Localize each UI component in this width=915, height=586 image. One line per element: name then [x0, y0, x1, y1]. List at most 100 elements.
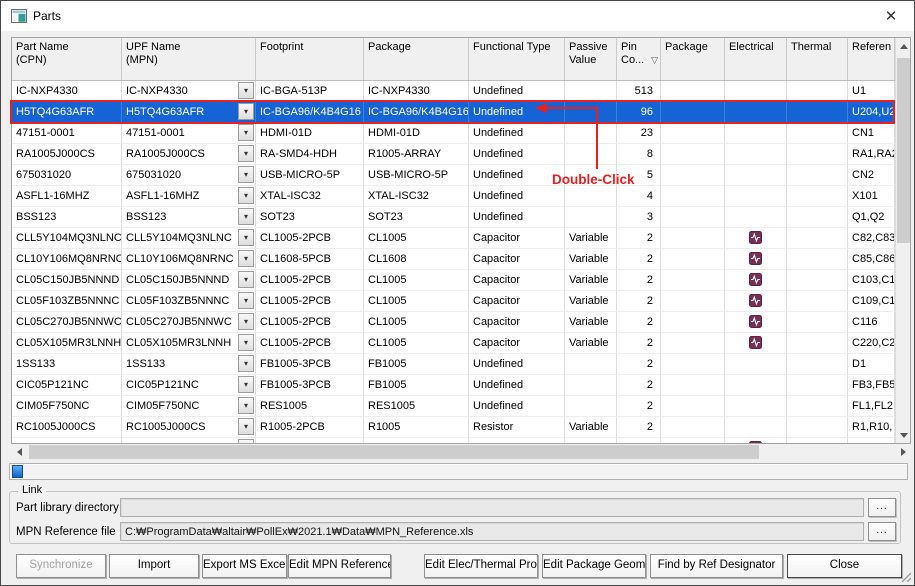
- table-row[interactable]: 1SS1331SS133▾FB1005-3PCBFB1005Undefined2…: [12, 354, 895, 375]
- column-header-electrical[interactable]: Electrical: [725, 38, 787, 80]
- mpn-dropdown-button[interactable]: ▾: [238, 124, 254, 141]
- mpn-dropdown-button[interactable]: ▾: [238, 187, 254, 204]
- mpn-dropdown-button[interactable]: ▾: [238, 397, 254, 414]
- column-header-thermal[interactable]: Thermal: [787, 38, 848, 80]
- cell-package2: [661, 186, 725, 206]
- cell-electrical: [725, 186, 787, 206]
- mpn-dropdown-button[interactable]: ▾: [238, 103, 254, 120]
- cell-footprint: XTAL-ISC32: [256, 186, 364, 206]
- part-library-directory-input[interactable]: [120, 498, 864, 517]
- cell-package: CL1608: [364, 249, 469, 269]
- table-row[interactable]: RA1005J000CSRA1005J000CS▾RA-SMD4-HDHR100…: [12, 144, 895, 165]
- button-export-ms-excel[interactable]: Export MS Excel: [202, 554, 287, 578]
- cell-package2: [661, 354, 725, 374]
- list-position-slider[interactable]: [9, 463, 908, 480]
- cell-thermal: [787, 123, 848, 143]
- table-row[interactable]: BSS123BSS123▾SOT23SOT23Undefined3Q1,Q2: [12, 207, 895, 228]
- cell-cpn: CL05C150JB5NNND: [12, 270, 122, 290]
- horizontal-scrollbar-thumb[interactable]: [29, 445, 759, 459]
- mpn-dropdown-button[interactable]: ▾: [238, 229, 254, 246]
- table-row[interactable]: CL05F103ZB5NNNCCL05F103ZB5NNNC▾CL1005-2P…: [12, 291, 895, 312]
- column-header-mpn[interactable]: UPF Name (MPN): [122, 38, 256, 80]
- link-group: Link Part library directory ... MPN Refe…: [9, 491, 901, 544]
- scroll-right-icon[interactable]: [895, 444, 911, 460]
- table-body: IC-NXP4330IC-NXP4330▾IC-BGA-513PIC-NXP43…: [12, 81, 895, 444]
- mpn-reference-file-input[interactable]: [120, 522, 864, 541]
- cell-functional_type: Undefined: [469, 123, 565, 143]
- mpn-dropdown-button[interactable]: ▾: [238, 271, 254, 288]
- cell-mpn: H5TQ4G63AFR▾: [122, 102, 256, 122]
- column-header-pin_count[interactable]: Pin Co...▽: [617, 38, 661, 80]
- cell-thermal: [787, 228, 848, 248]
- mpn-dropdown-button[interactable]: ▾: [238, 145, 254, 162]
- table-row[interactable]: 675031020675031020▾USB-MICRO-5PUSB-MICRO…: [12, 165, 895, 186]
- button-edit-package-geom[interactable]: Edit Package Geom: [542, 554, 646, 578]
- column-header-package2[interactable]: Package: [661, 38, 725, 80]
- mpn-dropdown-button[interactable]: ▾: [238, 292, 254, 309]
- cell-cpn: CIC05P121NC: [12, 375, 122, 395]
- cell-functional_type: Undefined: [469, 375, 565, 395]
- waveform-icon: [749, 294, 762, 307]
- cell-package: CL1005: [364, 270, 469, 290]
- column-header-reference[interactable]: Referen: [848, 38, 895, 80]
- scroll-down-icon[interactable]: [896, 427, 911, 443]
- scroll-up-icon[interactable]: [896, 38, 911, 54]
- column-header-functional_type[interactable]: Functional Type: [469, 38, 565, 80]
- cell-reference: U1: [848, 81, 895, 101]
- table-row[interactable]: CL10Y106MQ8NRNCCL10Y106MQ8NRNC▾CL1608-5P…: [12, 249, 895, 270]
- button-edit-elec-thermal-prop[interactable]: Edit Elec/Thermal Prop: [424, 554, 538, 578]
- mpn-reference-browse-button[interactable]: ...: [868, 522, 896, 541]
- mpn-dropdown-button[interactable]: ▾: [238, 313, 254, 330]
- table-row[interactable]: CL05C150JB5NNNDCL05C150JB5NNND▾CL1005-2P…: [12, 270, 895, 291]
- cell-thermal: [787, 333, 848, 353]
- table-row[interactable]: CLL5Y104MQ3NLNCCLL5Y104MQ3NLNC▾CL1005-2P…: [12, 228, 895, 249]
- mpn-dropdown-button[interactable]: ▾: [238, 334, 254, 351]
- scroll-left-icon[interactable]: [11, 444, 27, 460]
- cell-cpn: 675031020: [12, 165, 122, 185]
- button-edit-mpn-reference[interactable]: Edit MPN Reference: [288, 554, 391, 578]
- mpn-dropdown-button[interactable]: ▾: [238, 166, 254, 183]
- table-row[interactable]: 47151-000147151-0001▾HDMI-01DHDMI-01DUnd…: [12, 123, 895, 144]
- mpn-dropdown-button[interactable]: ▾: [238, 418, 254, 435]
- column-header-package[interactable]: Package: [364, 38, 469, 80]
- cell-package2: [661, 144, 725, 164]
- table-row[interactable]: CL05C270JB5NNWCCL05C270JB5NNWC▾CL1005-2P…: [12, 312, 895, 333]
- table-row[interactable]: CIM05F750NCCIM05F750NC▾RES1005RES1005Und…: [12, 396, 895, 417]
- cell-package2: [661, 270, 725, 290]
- button-import[interactable]: Import: [109, 554, 199, 578]
- annotation-arrowhead: [535, 103, 547, 113]
- column-header-passive_value[interactable]: Passive Value: [565, 38, 617, 80]
- cell-functional_type: Capacitor: [469, 312, 565, 332]
- column-header-cpn[interactable]: Part Name (CPN): [12, 38, 122, 80]
- cell-passive_value: [565, 102, 617, 122]
- table-row[interactable]: CIC05P121NCCIC05P121NC▾FB1005-3PCBFB1005…: [12, 375, 895, 396]
- table-row[interactable]: CL05X105MR3LNNHCL05X105MR3LNNH▾CL1005-2P…: [12, 333, 895, 354]
- resize-grip-icon[interactable]: [898, 569, 911, 582]
- cell-text: CL05C270JB5NNWC: [126, 316, 232, 328]
- mpn-dropdown-button[interactable]: ▾: [238, 250, 254, 267]
- column-header-label: Part Name (CPN): [16, 41, 117, 67]
- cell-reference: C103,C1: [848, 270, 895, 290]
- close-icon[interactable]: ✕: [881, 7, 901, 25]
- cell-pin_count: 23: [617, 123, 661, 143]
- column-header-label: Footprint: [260, 41, 359, 54]
- part-library-browse-button[interactable]: ...: [868, 498, 896, 517]
- mpn-dropdown-button[interactable]: ▾: [238, 82, 254, 99]
- table-row[interactable]: IC-NXP4330IC-NXP4330▾IC-BGA-513PIC-NXP43…: [12, 81, 895, 102]
- table-row[interactable]: RC1005J000CSRC1005J000CS▾R1005-2PCBR1005…: [12, 417, 895, 438]
- horizontal-scrollbar[interactable]: [11, 444, 911, 460]
- table-row[interactable]: H5TQ4G63AFRH5TQ4G63AFR▾IC-BGA96/K4B4G16I…: [12, 102, 895, 123]
- button-close[interactable]: Close: [787, 554, 902, 578]
- cell-thermal: [787, 165, 848, 185]
- list-position-slider-thumb[interactable]: [12, 465, 23, 478]
- mpn-dropdown-button[interactable]: ▾: [238, 376, 254, 393]
- column-header-footprint[interactable]: Footprint: [256, 38, 364, 80]
- vertical-scrollbar-thumb[interactable]: [897, 58, 910, 243]
- button-find-by-ref-designator[interactable]: Find by Ref Designator: [650, 554, 783, 578]
- vertical-scrollbar[interactable]: [895, 38, 910, 443]
- cell-reference: C109,C1: [848, 291, 895, 311]
- mpn-dropdown-button[interactable]: ▾: [238, 355, 254, 372]
- table-row[interactable]: ASFL1-16MHZASFL1-16MHZ▾XTAL-ISC32XTAL-IS…: [12, 186, 895, 207]
- mpn-dropdown-button[interactable]: ▾: [238, 208, 254, 225]
- cell-package: CL1005: [364, 312, 469, 332]
